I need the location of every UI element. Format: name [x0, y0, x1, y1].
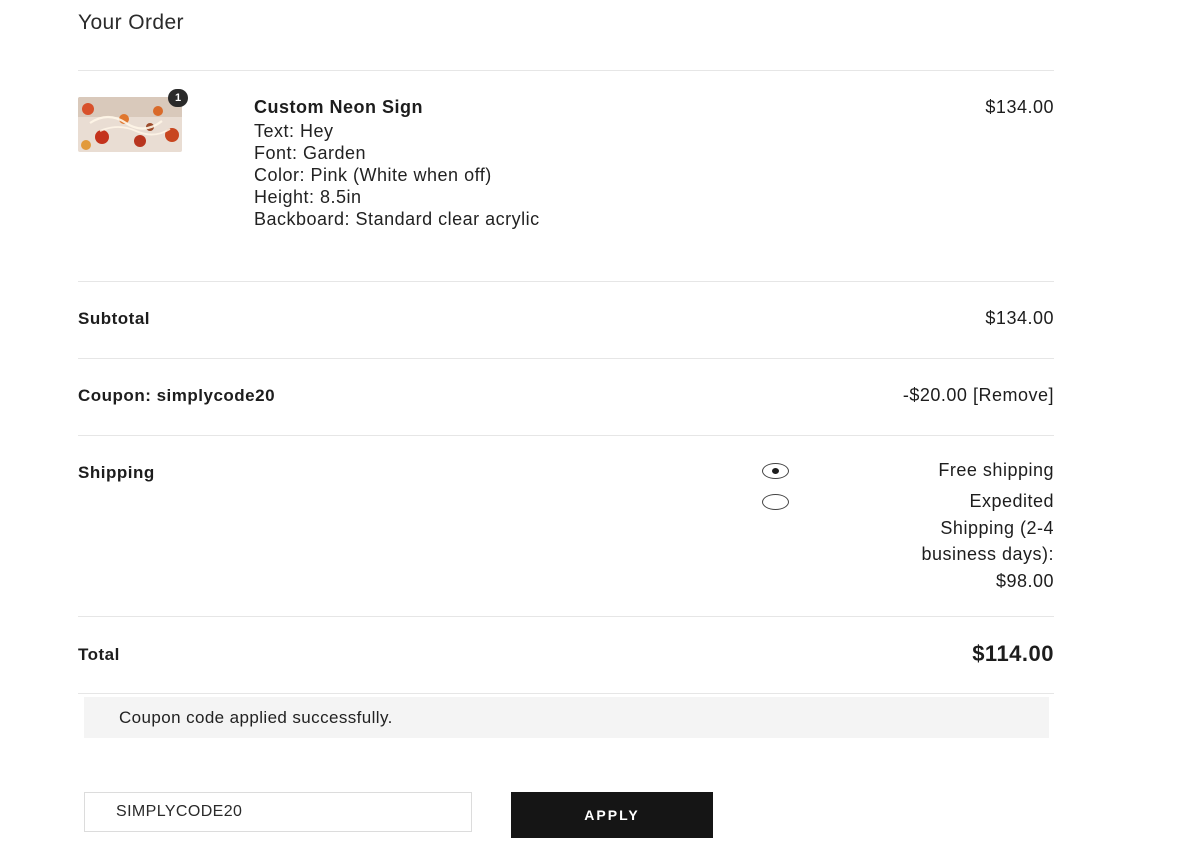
coupon-discount-value: -$20.00	[902, 385, 968, 405]
coupon-success-notice: Coupon code applied successfully.	[84, 697, 1049, 738]
product-thumbnail	[78, 97, 182, 152]
remove-coupon-link[interactable]: [Remove]	[973, 385, 1054, 405]
subtotal-value: $134.00	[985, 308, 1054, 328]
divider	[78, 616, 1054, 617]
free-shipping-option-label[interactable]: Free shipping	[938, 457, 1054, 484]
apply-coupon-button[interactable]: APPLY	[511, 792, 713, 838]
divider	[78, 70, 1054, 71]
expedited-shipping-line: business days):	[921, 544, 1054, 564]
shipping-label: Shipping	[78, 463, 155, 482]
order-title: Your Order	[78, 11, 184, 34]
expedited-shipping-option-label[interactable]: Expedited Shipping (2-4 business days): …	[921, 488, 1054, 594]
quantity-badge: 1	[168, 89, 188, 107]
coupon-discount-row: -$20.00 [Remove]	[903, 385, 1054, 406]
product-attribute-backboard: Backboard: Standard clear acrylic	[254, 209, 540, 229]
product-name: Custom Neon Sign	[254, 97, 423, 117]
coupon-code-input[interactable]	[84, 792, 472, 832]
divider	[78, 435, 1054, 436]
total-label: Total	[78, 645, 120, 664]
product-attribute-font: Font: Garden	[254, 143, 367, 163]
total-value: $114.00	[972, 641, 1054, 666]
product-price: $134.00	[985, 97, 1054, 117]
free-shipping-text: Free shipping	[938, 460, 1054, 480]
free-shipping-radio[interactable]	[762, 463, 789, 479]
product-attribute-height: Height: 8.5in	[254, 187, 362, 207]
divider	[78, 281, 1054, 282]
coupon-label: Coupon: simplycode20	[78, 386, 276, 405]
divider	[78, 358, 1054, 359]
divider	[78, 693, 1054, 694]
product-attribute-text: Text: Hey	[254, 121, 334, 141]
product-attribute-color: Color: Pink (White when off)	[254, 165, 492, 185]
expedited-shipping-line: Shipping (2-4	[940, 517, 1054, 538]
expedited-shipping-price: $98.00	[995, 570, 1054, 591]
expedited-shipping-radio[interactable]	[762, 494, 789, 510]
expedited-shipping-line: Expedited	[969, 491, 1054, 511]
subtotal-label: Subtotal	[78, 309, 150, 328]
